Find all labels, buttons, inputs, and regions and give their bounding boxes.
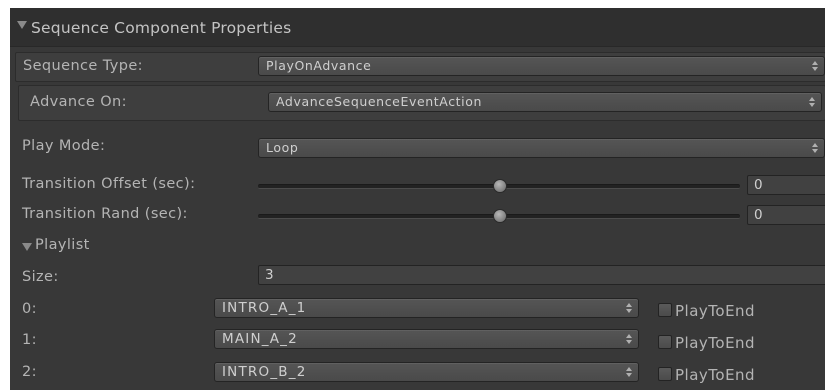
inspector-panel: Sequence Component Properties Sequence T… <box>10 8 825 390</box>
sequence-type-value: PlayOnAdvance <box>266 58 372 73</box>
playlist-item-index: 1: <box>22 332 37 348</box>
playlist-size-label: Size: <box>22 269 59 285</box>
transition-rand-field[interactable]: 0 <box>747 205 825 225</box>
playlist-item-0-dropdown[interactable]: INTRO_A_1 <box>214 298 639 318</box>
dropdown-arrows-icon <box>626 303 632 313</box>
playlist-item-1-playtoend-label: PlayToEnd <box>675 334 756 352</box>
transition-rand-label: Transition Rand (sec): <box>22 206 188 222</box>
advance-on-value: AdvanceSequenceEventAction <box>276 94 483 109</box>
dropdown-arrows-icon <box>626 334 632 344</box>
transition-offset-field[interactable]: 0 <box>747 175 825 195</box>
component-title: Sequence Component Properties <box>31 19 292 37</box>
playlist-label[interactable]: Playlist <box>35 237 90 253</box>
play-mode-value: Loop <box>266 140 299 155</box>
play-mode-label: Play Mode: <box>22 138 106 154</box>
playlist-item-index: 2: <box>22 364 37 380</box>
dropdown-arrows-icon <box>626 367 632 377</box>
advance-on-dropdown[interactable]: AdvanceSequenceEventAction <box>268 92 822 112</box>
playlist-item-1-playtoend-checkbox[interactable] <box>658 335 672 349</box>
playlist-size-value: 3 <box>265 267 274 283</box>
playlist-item-0-playtoend-label: PlayToEnd <box>675 302 756 320</box>
playlist-item-2-playtoend-checkbox[interactable] <box>658 367 672 381</box>
playlist-size-field[interactable]: 3 <box>258 265 825 285</box>
playlist-item-2-dropdown[interactable]: INTRO_B_2 <box>214 362 639 382</box>
foldout-arrow-icon[interactable] <box>17 21 27 29</box>
transition-rand-value: 0 <box>754 207 763 223</box>
dropdown-arrows-icon <box>812 61 818 71</box>
playlist-item-0-value: INTRO_A_1 <box>222 300 307 316</box>
sequence-type-label: Sequence Type: <box>23 58 143 74</box>
transition-rand-slider-thumb[interactable] <box>493 209 507 223</box>
playlist-item-index: 0: <box>22 301 37 317</box>
advance-on-label: Advance On: <box>30 94 127 110</box>
dropdown-arrows-icon <box>812 143 818 153</box>
playlist-item-1-value: MAIN_A_2 <box>222 331 298 347</box>
playlist-item-2-value: INTRO_B_2 <box>222 364 307 380</box>
play-mode-dropdown[interactable]: Loop <box>258 138 825 158</box>
playlist-item-0-playtoend-checkbox[interactable] <box>658 303 672 317</box>
playlist-foldout-arrow-icon[interactable] <box>22 243 32 251</box>
playlist-item-2-playtoend-label: PlayToEnd <box>675 366 756 384</box>
transition-offset-label: Transition Offset (sec): <box>22 176 196 192</box>
dropdown-arrows-icon <box>809 97 815 107</box>
transition-offset-slider-thumb[interactable] <box>493 179 507 193</box>
component-header[interactable]: Sequence Component Properties <box>10 8 825 47</box>
sequence-type-dropdown[interactable]: PlayOnAdvance <box>258 56 825 76</box>
transition-offset-value: 0 <box>754 177 763 193</box>
playlist-item-1-dropdown[interactable]: MAIN_A_2 <box>214 329 639 349</box>
